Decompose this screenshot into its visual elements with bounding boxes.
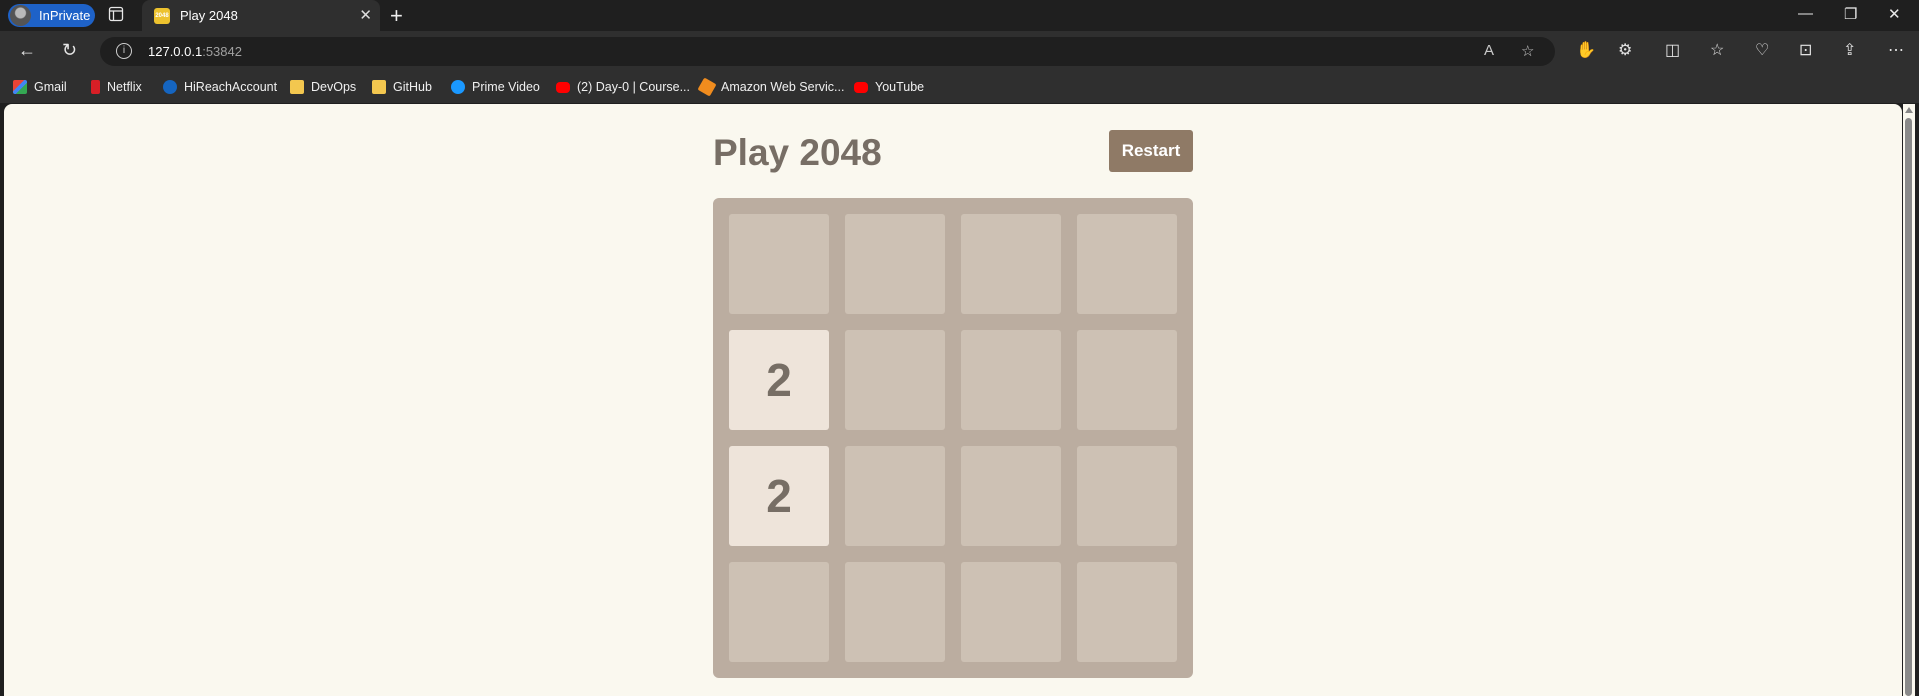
- empty-cell: [729, 562, 829, 662]
- inprivate-label: InPrivate: [39, 8, 91, 23]
- vertical-scrollbar[interactable]: [1903, 104, 1915, 696]
- tab-close-icon[interactable]: ✕: [359, 6, 372, 24]
- bookmark-label: Prime Video: [472, 80, 540, 94]
- bookmark-gmail[interactable]: Gmail: [13, 78, 67, 96]
- window-close-icon[interactable]: ✕: [1888, 5, 1901, 23]
- tab-title: Play 2048: [180, 8, 238, 23]
- bookmark-netflix[interactable]: Netflix: [88, 78, 142, 96]
- bookmark-github[interactable]: GitHub: [372, 78, 432, 96]
- address-bar[interactable]: i 127.0.0.1:53842 A ☆: [100, 37, 1555, 66]
- read-aloud-icon[interactable]: A: [1484, 42, 1494, 59]
- browser-essentials-icon[interactable]: ♡: [1755, 40, 1769, 60]
- restore-icon[interactable]: ❐: [1844, 5, 1857, 23]
- bookmark-prime-video[interactable]: Prime Video: [451, 78, 540, 96]
- empty-cell: [845, 446, 945, 546]
- folder-icon: [290, 80, 304, 94]
- gmail-icon: [13, 80, 27, 94]
- avatar: [10, 5, 31, 26]
- youtube-icon: [854, 81, 868, 93]
- bookmark-label: DevOps: [311, 80, 357, 94]
- page-title: Play 2048: [713, 132, 882, 173]
- tab-play-2048[interactable]: 2048 Play 2048 ✕: [142, 0, 380, 31]
- board-grid: 22: [729, 214, 1177, 662]
- favicon-2048-icon: 2048: [154, 8, 170, 24]
- back-icon[interactable]: ←: [18, 40, 36, 61]
- scrollbar-thumb[interactable]: [1905, 118, 1912, 696]
- bookmark-aws[interactable]: Amazon Web Servic...: [697, 77, 845, 97]
- bookmark-label: YouTube: [875, 80, 925, 94]
- bookmark-hireachaccount[interactable]: HiReachAccount: [163, 78, 277, 96]
- empty-cell: [961, 214, 1061, 314]
- share-icon[interactable]: ⇪: [1843, 40, 1856, 60]
- icr-icon: [163, 80, 177, 94]
- bookmark-label: Amazon Web Servic...: [721, 80, 845, 94]
- minimize-icon[interactable]: —: [1798, 5, 1813, 22]
- prime-video-icon: [451, 80, 465, 94]
- tab-actions-icon[interactable]: [108, 6, 128, 25]
- empty-cell: [845, 214, 945, 314]
- url-text[interactable]: 127.0.0.1:53842: [148, 44, 242, 59]
- netflix-icon: [91, 80, 100, 94]
- bookmark-label: HiReachAccount: [184, 80, 278, 94]
- refresh-icon[interactable]: ↻: [62, 40, 77, 61]
- aws-icon: [697, 77, 717, 97]
- empty-cell: [961, 562, 1061, 662]
- more-menu-icon[interactable]: ⋯: [1888, 40, 1904, 60]
- bookmark-label: GitHub: [393, 80, 432, 94]
- empty-cell: [1077, 214, 1177, 314]
- bookmark-label: (2) Day-0 | Course...: [577, 80, 691, 94]
- tile: 2: [729, 330, 829, 430]
- restart-button[interactable]: Restart: [1109, 130, 1193, 172]
- screenshot-icon[interactable]: ⊡: [1799, 40, 1812, 60]
- empty-cell: [729, 214, 829, 314]
- bookmark-day0-course[interactable]: (2) Day-0 | Course...: [556, 78, 690, 96]
- bookmark-label: Netflix: [107, 80, 142, 94]
- bookmarks-bar: Gmail Netflix HiReachAccount DevOps GitH…: [0, 71, 1919, 103]
- empty-cell: [961, 446, 1061, 546]
- scroll-up-icon[interactable]: [1905, 107, 1913, 113]
- adblock-icon[interactable]: ✋: [1576, 40, 1596, 60]
- youtube-icon: [556, 81, 570, 93]
- empty-cell: [961, 330, 1061, 430]
- game-board: 22: [713, 198, 1193, 678]
- empty-cell: [845, 562, 945, 662]
- extensions-icon[interactable]: ⚙: [1618, 40, 1632, 60]
- browser-toolbar: ← ↻ i 127.0.0.1:53842 A ☆ ✋ ⚙ ◫ ☆ ♡ ⊡ ⇪ …: [0, 31, 1919, 71]
- folder-icon: [372, 80, 386, 94]
- new-tab-icon[interactable]: +: [390, 3, 403, 29]
- favorite-star-icon[interactable]: ☆: [1521, 42, 1534, 60]
- bookmark-label: Gmail: [34, 80, 67, 94]
- page-viewport: Play 2048 Restart 22: [4, 104, 1902, 696]
- empty-cell: [1077, 330, 1177, 430]
- tile: 2: [729, 446, 829, 546]
- empty-cell: [1077, 446, 1177, 546]
- bookmark-youtube[interactable]: YouTube: [854, 78, 924, 96]
- inprivate-profile-button[interactable]: InPrivate: [8, 4, 95, 27]
- tab-strip: InPrivate 2048 Play 2048 ✕ + — ❐ ✕: [0, 0, 1919, 31]
- empty-cell: [1077, 562, 1177, 662]
- bookmark-devops[interactable]: DevOps: [290, 78, 356, 96]
- empty-cell: [845, 330, 945, 430]
- url-host: 127.0.0.1: [148, 44, 203, 59]
- site-info-icon[interactable]: i: [116, 43, 132, 59]
- url-port: :53842: [202, 44, 242, 59]
- favorites-icon[interactable]: ☆: [1710, 40, 1724, 60]
- split-screen-icon[interactable]: ◫: [1665, 40, 1680, 60]
